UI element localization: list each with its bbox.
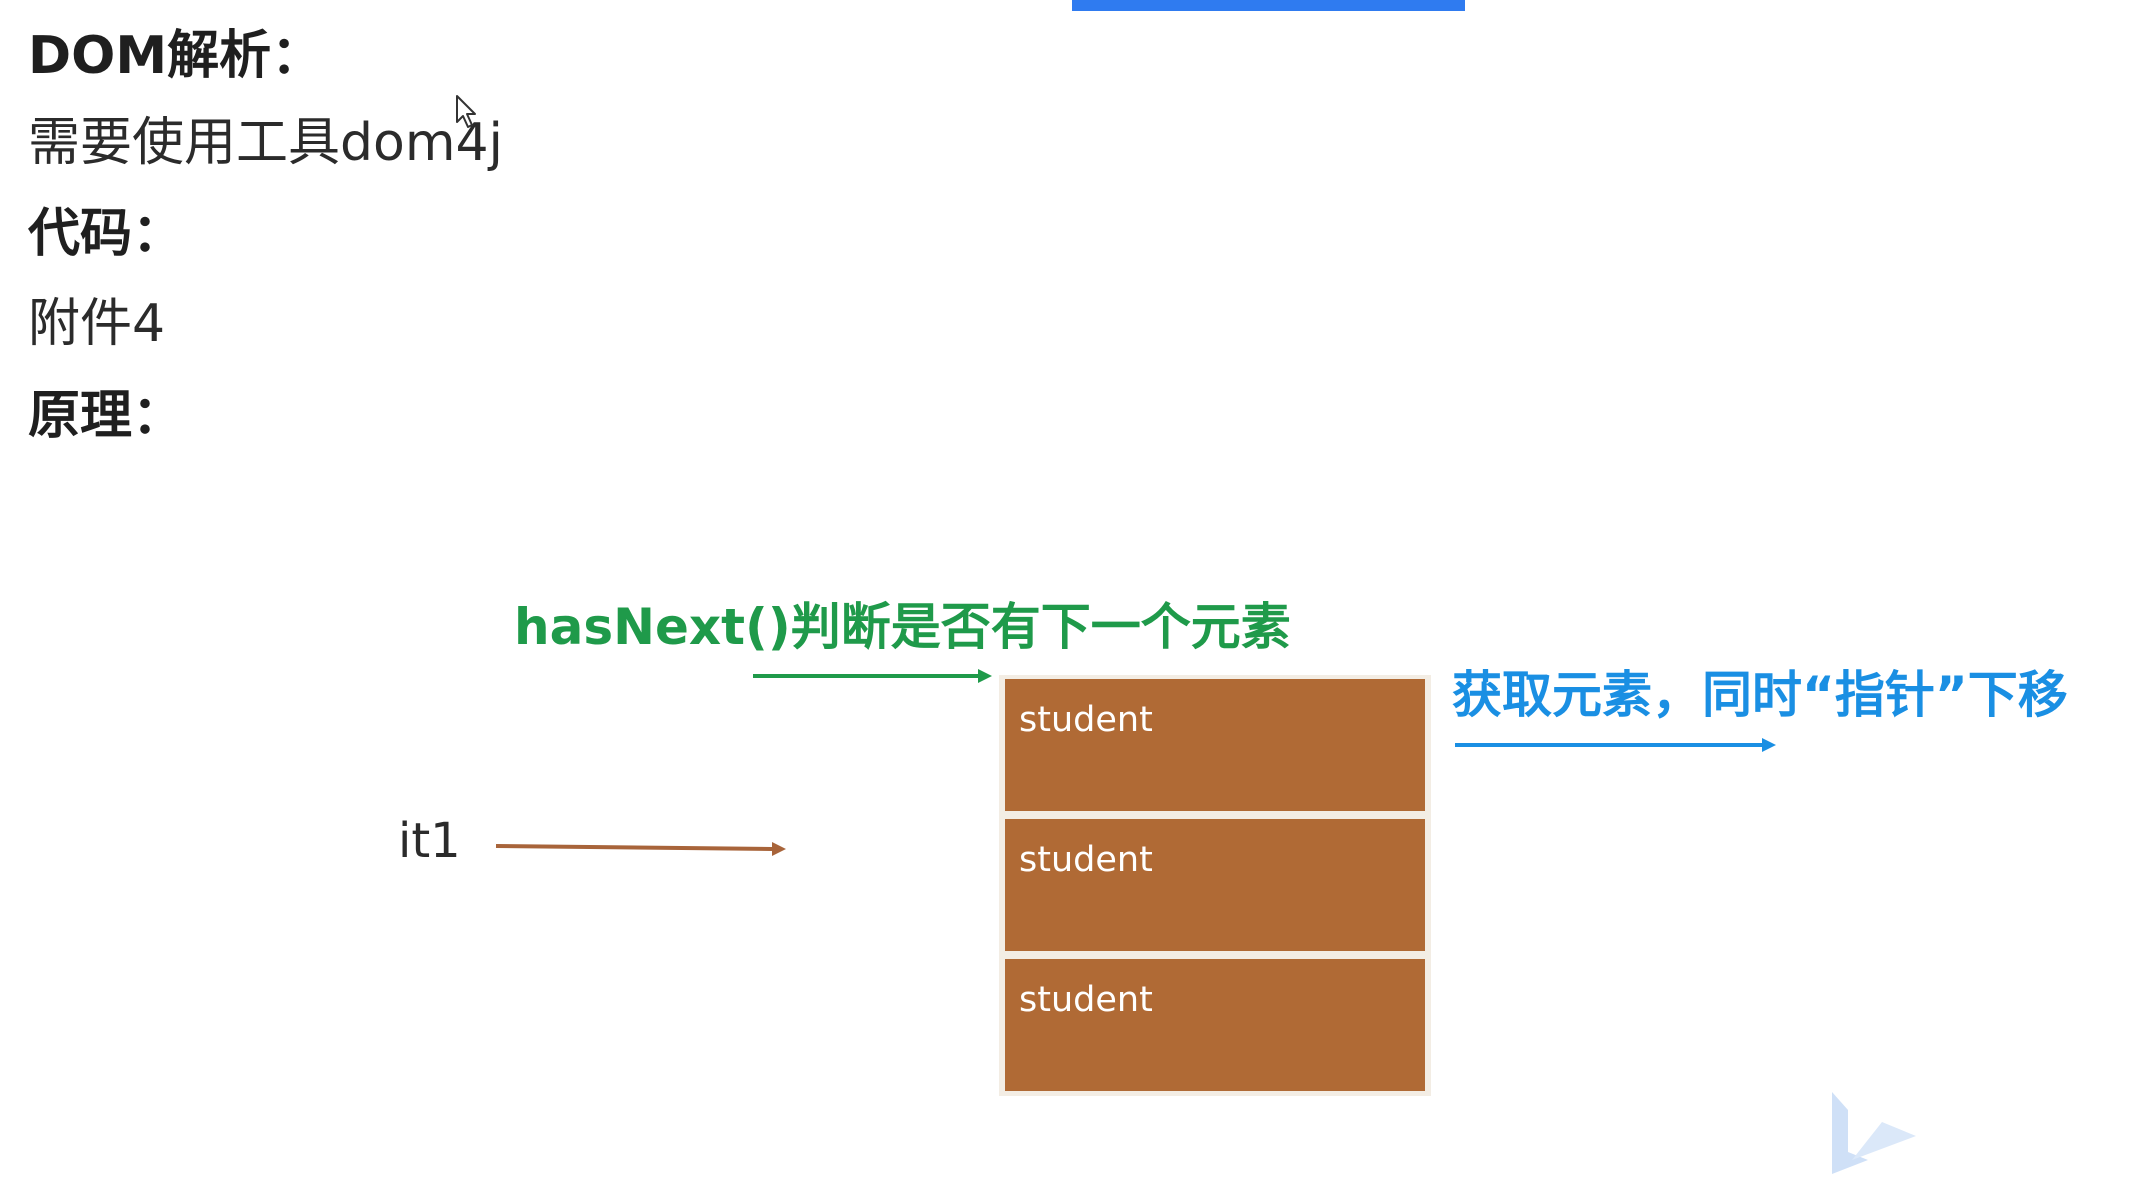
has-next-arrow [753,669,992,683]
stack-cell: student [1005,819,1425,951]
next-element-label: 获取元素，同时“指针”下移 [1452,666,2068,724]
watermark-logo-icon [1832,1092,1916,1174]
iterator-arrow [495,842,786,856]
element-stack: student student student [999,675,1431,1096]
next-arrow [1455,738,1776,752]
iterator-label: it1 [398,813,461,869]
stack-cell-label: student [1019,840,1153,880]
stack-cell: student [1005,959,1425,1091]
stack-cell-label: student [1019,980,1153,1020]
stack-cell: student [1005,679,1425,811]
has-next-label: hasNext()判断是否有下一个元素 [514,598,1291,656]
stack-cell-label: student [1019,700,1153,740]
